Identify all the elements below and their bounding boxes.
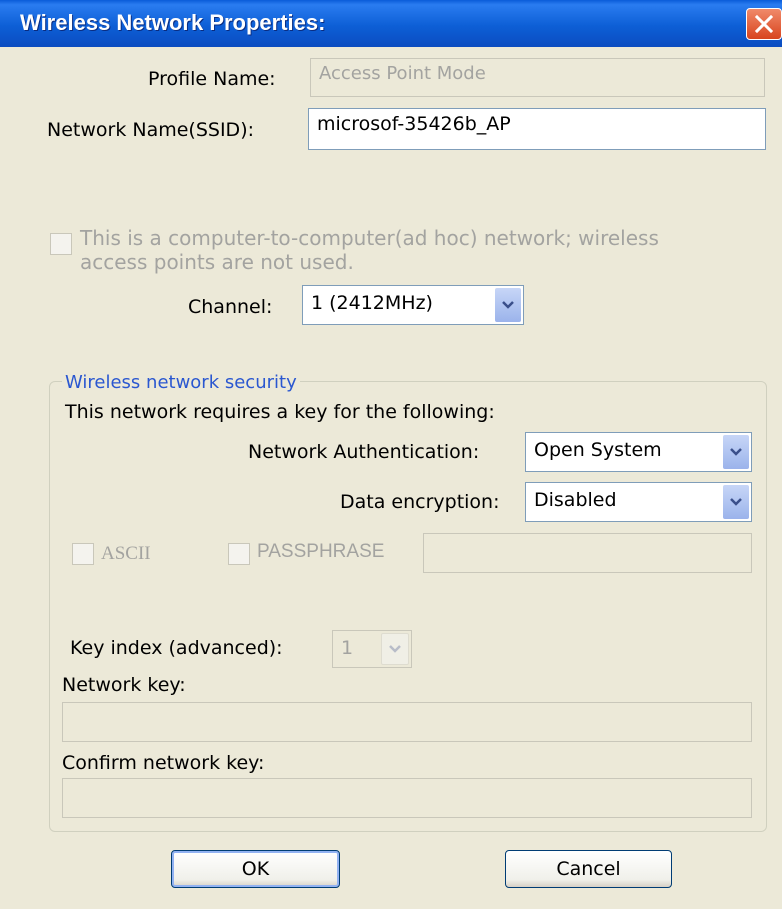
window-title: Wireless Network Properties: (20, 10, 326, 35)
encryption-label: Data encryption: (340, 491, 500, 513)
security-legend: Wireless network security (62, 372, 300, 393)
auth-select[interactable]: Open System (525, 432, 752, 472)
ssid-input[interactable]: microsof-35426b_AP (308, 108, 766, 150)
passphrase-input[interactable] (423, 533, 752, 573)
key-index-select[interactable]: 1 (332, 630, 412, 668)
close-button[interactable] (746, 8, 782, 40)
ascii-label: ASCII (101, 543, 151, 564)
channel-value: 1 (2412MHz) (311, 292, 433, 314)
chevron-down-icon[interactable] (495, 288, 521, 322)
passphrase-label: PASSPHRASE (257, 541, 385, 562)
close-icon (755, 15, 773, 33)
key-index-value: 1 (341, 637, 354, 659)
profile-name-label: Profile Name: (148, 68, 276, 90)
chevron-down-icon[interactable] (723, 485, 749, 519)
adhoc-checkbox[interactable] (50, 233, 72, 255)
auth-value: Open System (534, 439, 662, 461)
confirm-key-input[interactable] (62, 778, 752, 818)
ascii-checkbox[interactable] (72, 543, 94, 565)
ssid-label: Network Name(SSID): (47, 119, 255, 141)
network-key-label: Network key: (62, 674, 186, 696)
encryption-select[interactable]: Disabled (525, 482, 752, 522)
ok-button[interactable]: OK (171, 850, 340, 888)
confirm-key-label: Confirm network key: (62, 752, 265, 774)
adhoc-label-line1: This is a computer-to-computer(ad hoc) n… (80, 226, 659, 250)
cancel-button[interactable]: Cancel (505, 850, 672, 888)
adhoc-label-line2: access points are not used. (80, 250, 354, 274)
network-key-input[interactable] (62, 702, 752, 742)
wireless-network-properties-dialog: Wireless Network Properties: Profile Nam… (0, 0, 782, 909)
channel-select[interactable]: 1 (2412MHz) (302, 285, 524, 325)
title-bar: Wireless Network Properties: (0, 0, 782, 47)
passphrase-checkbox[interactable] (228, 543, 250, 565)
chevron-down-icon[interactable] (723, 435, 749, 469)
chevron-down-icon[interactable] (381, 633, 409, 665)
channel-label: Channel: (188, 296, 273, 318)
auth-label: Network Authentication: (248, 441, 480, 463)
key-index-label: Key index (advanced): (70, 637, 283, 659)
encryption-value: Disabled (534, 489, 617, 511)
security-intro: This network requires a key for the foll… (65, 401, 495, 423)
profile-name-field: Access Point Mode (310, 58, 765, 97)
